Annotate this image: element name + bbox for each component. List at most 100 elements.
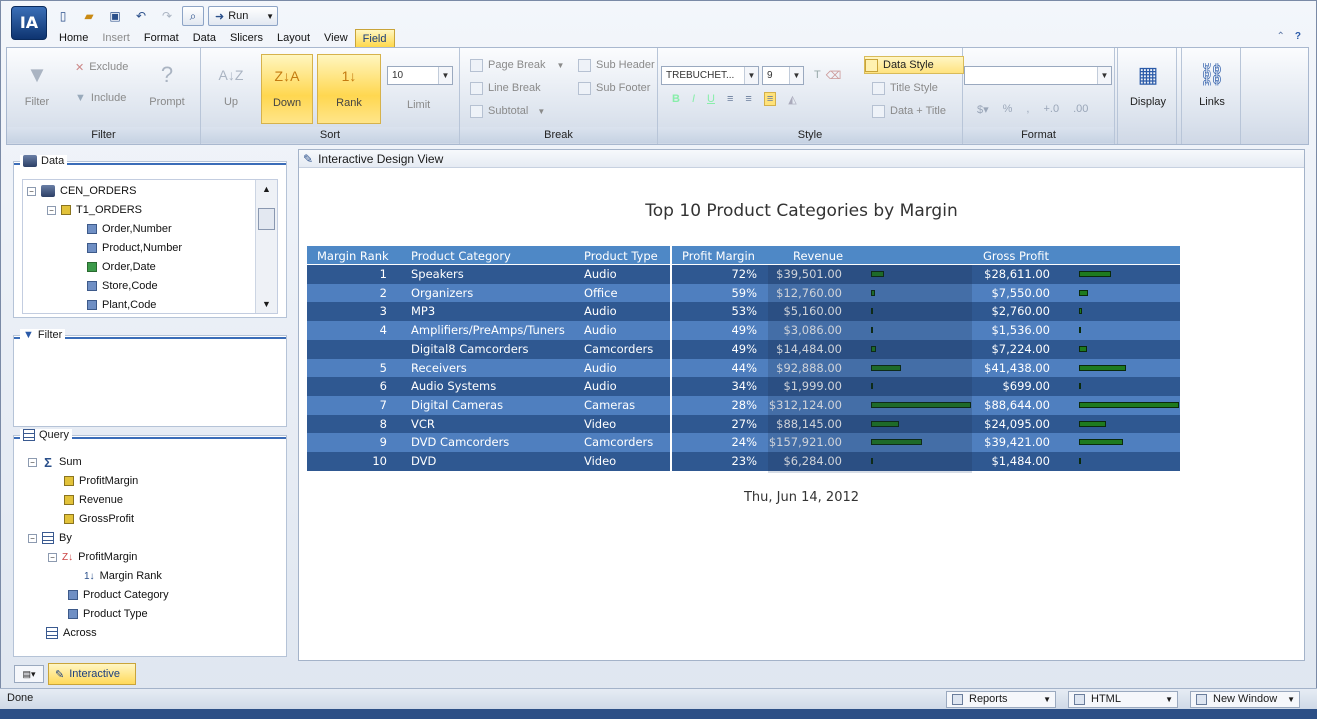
decrease-decimal-icon[interactable]: .00 <box>1073 103 1088 115</box>
column-header-product-category[interactable]: Product Category <box>411 247 511 265</box>
table-row[interactable]: 9 DVD Camcorders Camcorders 24% $157,921.00 $… <box>307 433 1180 453</box>
open-folder-icon[interactable]: ▰ <box>78 6 100 26</box>
limit-select[interactable]: 10 ▼ <box>387 66 453 85</box>
sub-footer-button[interactable]: Sub Footer <box>578 79 650 97</box>
tree-item-order-number[interactable]: Order,Number <box>87 220 172 238</box>
exclude-button[interactable]: ✕ Exclude <box>75 58 128 76</box>
chevron-down-icon[interactable]: ▼ <box>744 67 758 84</box>
collapse-icon[interactable]: − <box>28 457 37 467</box>
tab-home[interactable]: Home <box>52 29 95 47</box>
scroll-down-icon[interactable]: ▼ <box>256 295 277 313</box>
align-left-icon[interactable]: ≡ <box>727 93 733 105</box>
output-reports-select[interactable]: Reports ▼ <box>946 691 1056 708</box>
column-header-revenue[interactable]: Revenue <box>793 247 843 265</box>
query-item-sum[interactable]: − Σ Sum <box>28 453 82 471</box>
run-button[interactable]: ➜ Run ▼ <box>208 6 278 26</box>
sort-down-button[interactable]: Z↓A Down <box>261 54 313 124</box>
data-tree-scrollbar[interactable]: ▲ ▼ <box>255 180 277 313</box>
collapse-icon[interactable]: − <box>48 552 57 562</box>
currency-icon[interactable]: $▾ <box>977 103 989 116</box>
scroll-thumb[interactable] <box>258 208 275 230</box>
query-item-margin-rank[interactable]: 1↓ Margin Rank <box>84 567 162 585</box>
increase-decimal-icon[interactable]: +.0 <box>1043 103 1059 115</box>
column-header-margin-rank[interactable]: Margin Rank <box>317 247 389 265</box>
chevron-down-icon[interactable]: ▼ <box>438 67 452 84</box>
subtotal-dropdown-icon[interactable]: ▼ <box>537 107 545 116</box>
page-break-button[interactable]: Page Break ▼ <box>470 56 564 74</box>
page-break-dropdown-icon[interactable]: ▼ <box>556 61 564 70</box>
tree-item-store-code[interactable]: Store,Code <box>87 277 158 295</box>
table-row[interactable]: 2 Organizers Office 59% $12,760.00 $7,550.00 <box>307 283 1180 303</box>
tree-item-order-date[interactable]: Order,Date <box>87 258 156 276</box>
fill-color-icon[interactable]: ◭ <box>788 93 796 106</box>
tree-item-t1-orders[interactable]: − T1_ORDERS <box>47 201 142 219</box>
save-icon[interactable]: ▣ <box>104 6 126 26</box>
query-item-profitmargin[interactable]: ProfitMargin <box>64 472 138 490</box>
table-row[interactable]: 10 DVD Video 23% $6,284.00 $1,484.00 <box>307 452 1180 471</box>
tab-layout[interactable]: Layout <box>270 29 317 47</box>
table-row[interactable]: 7 Digital Cameras Cameras 28% $312,124.00 $88… <box>307 395 1180 415</box>
redo-icon[interactable]: ↷ <box>156 6 178 26</box>
tab-slicers[interactable]: Slicers <box>223 29 270 47</box>
align-center-icon[interactable]: ≡ <box>745 93 751 105</box>
data-title-button[interactable]: Data + Title <box>872 102 946 120</box>
table-row[interactable]: 3 MP3 Audio 53% $5,160.00 $2,760.00 <box>307 302 1180 322</box>
minimize-ribbon-icon[interactable]: ⌃ <box>1277 31 1285 42</box>
table-row[interactable]: 6 Audio Systems Audio 34% $1,999.00 $699.00 <box>307 377 1180 397</box>
font-select[interactable]: TREBUCHET... ▼ <box>661 66 759 85</box>
help-icon[interactable]: ? <box>1295 31 1301 42</box>
table-row[interactable]: Digital8 Camcorders Camcorders 49% $14,484.… <box>307 339 1180 359</box>
query-item-revenue[interactable]: Revenue <box>64 491 123 509</box>
query-item-grossprofit[interactable]: GrossProfit <box>64 510 134 528</box>
view-switch-button[interactable]: ▤▾ <box>14 665 44 683</box>
display-button[interactable]: ▦ Display <box>1122 54 1174 124</box>
table-row[interactable]: 4 Amplifiers/PreAmps/Tuners Audio 49% $3,086… <box>307 321 1180 341</box>
query-item-across[interactable]: Across <box>46 624 97 642</box>
column-header-profit-margin[interactable]: Profit Margin <box>682 247 755 265</box>
table-row[interactable]: 5 Receivers Audio 44% $92,888.00 $41,438.00 <box>307 358 1180 378</box>
underline-icon[interactable]: U <box>707 93 715 105</box>
links-button[interactable]: ⛓ Links <box>1186 54 1238 124</box>
chevron-down-icon[interactable]: ▼ <box>789 67 803 84</box>
table-row[interactable]: 8 VCR Video 27% $88,145.00 $24,095.00 <box>307 414 1180 434</box>
collapse-icon[interactable]: − <box>47 205 56 215</box>
app-menu-button[interactable]: IA <box>11 6 47 40</box>
include-button[interactable]: ▼ Include <box>75 89 126 107</box>
tab-field[interactable]: Field <box>354 29 395 47</box>
collapse-icon[interactable]: − <box>28 533 37 543</box>
tree-item-plant-code[interactable]: Plant,Code <box>87 296 156 314</box>
query-item-by-profitmargin[interactable]: − Z↓ ProfitMargin <box>48 548 137 566</box>
output-format-select[interactable]: HTML ▼ <box>1068 691 1178 708</box>
clear-format-icon[interactable]: ⌫ <box>826 69 842 82</box>
column-header-gross-profit[interactable]: Gross Profit <box>983 247 1049 265</box>
filter-button[interactable]: ▼ Filter <box>11 54 63 124</box>
tab-interactive[interactable]: ✎ Interactive <box>48 663 136 685</box>
prompt-button[interactable]: ? Prompt <box>141 54 193 124</box>
table-row[interactable]: 1 Speakers Audio 72% $39,501.00 $28,611.00 <box>307 265 1180 284</box>
tab-format[interactable]: Format <box>137 29 186 47</box>
run-dropdown-icon[interactable]: ▼ <box>266 12 274 21</box>
rank-button[interactable]: 1↓ Rank <box>317 54 381 124</box>
tab-insert[interactable]: Insert <box>95 29 137 47</box>
text-size-icon[interactable]: T <box>814 69 821 81</box>
data-style-button[interactable]: Data Style <box>864 56 964 74</box>
new-icon[interactable]: ▯ <box>52 6 74 26</box>
tree-item-cen-orders[interactable]: − CEN_ORDERS <box>27 182 136 200</box>
line-break-button[interactable]: Line Break <box>470 79 541 97</box>
sub-header-button[interactable]: Sub Header <box>578 56 655 74</box>
query-item-by[interactable]: − By <box>28 529 72 547</box>
tab-data[interactable]: Data <box>186 29 223 47</box>
undo-icon[interactable]: ↶ <box>130 6 152 26</box>
column-header-product-type[interactable]: Product Type <box>584 247 658 265</box>
italic-icon[interactable]: I <box>692 93 695 105</box>
preview-icon[interactable]: ⌕ <box>182 6 204 26</box>
tree-item-product-number[interactable]: Product,Number <box>87 239 182 257</box>
percent-icon[interactable]: % <box>1003 103 1013 115</box>
query-item-product-type[interactable]: Product Type <box>68 605 148 623</box>
sort-up-button[interactable]: A↓Z Up <box>205 54 257 124</box>
query-item-product-category[interactable]: Product Category <box>68 586 169 604</box>
font-size-select[interactable]: 9 ▼ <box>762 66 804 85</box>
title-style-button[interactable]: Title Style <box>872 79 938 97</box>
bold-icon[interactable]: B <box>672 93 680 105</box>
scroll-up-icon[interactable]: ▲ <box>256 180 277 198</box>
